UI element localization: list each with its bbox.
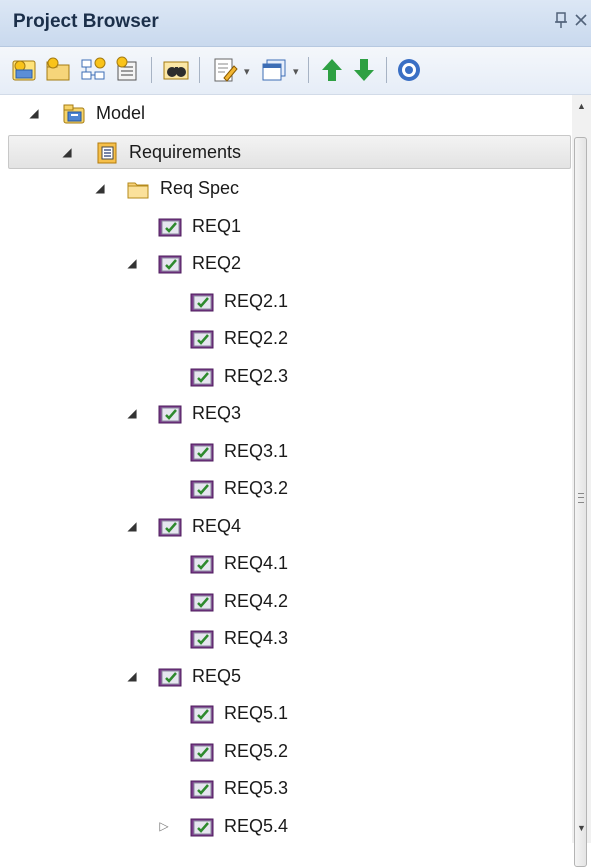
tree-node-label: Requirements <box>129 141 242 162</box>
collapse-arrow-icon[interactable]: ◢ <box>126 257 138 269</box>
requirement-icon <box>190 327 214 351</box>
tree-node-req2-2[interactable]: REQ2.2 <box>0 322 572 356</box>
tree-node-req5-3[interactable]: REQ5.3 <box>0 772 572 806</box>
toolbar-separator <box>151 57 152 83</box>
requirement-icon <box>190 627 214 651</box>
requirement-icon <box>190 365 214 389</box>
scroll-up-icon[interactable]: ▲ <box>572 101 591 113</box>
tree-node-label: Model <box>96 103 146 123</box>
scroll-down-icon[interactable]: ▼ <box>572 823 591 835</box>
collapse-arrow-icon[interactable]: ◢ <box>126 670 138 682</box>
tree-node-requirements[interactable]: ◢ Requirements <box>8 134 571 169</box>
toolbar-separator <box>199 57 200 83</box>
tree-node-label: REQ2.2 <box>224 328 289 348</box>
tree-node-req4-2[interactable]: REQ4.2 <box>0 585 572 619</box>
tree-node-label: REQ2.3 <box>224 365 289 386</box>
tree-node-req3-2[interactable]: REQ3.2 <box>0 472 572 506</box>
requirement-icon <box>190 590 214 614</box>
tree-node-req2-3[interactable]: REQ2.3 <box>0 360 572 394</box>
requirement-icon <box>190 777 214 801</box>
requirement-icon <box>190 740 214 764</box>
tree-node-label: REQ4.3 <box>224 628 289 648</box>
new-element-icon[interactable] <box>113 56 141 84</box>
folder-icon <box>126 177 150 201</box>
close-icon[interactable] <box>572 8 590 30</box>
new-model-icon[interactable] <box>10 56 38 84</box>
tree-node-req3[interactable]: ◢ REQ3 <box>0 397 572 431</box>
new-diagram-icon[interactable] <box>79 56 107 84</box>
collapse-arrow-icon[interactable]: ◢ <box>126 520 138 532</box>
tree-node-label: REQ3.1 <box>224 440 289 461</box>
dropdown-arrow-icon[interactable]: ▾ <box>293 65 299 78</box>
down-arrow-shape <box>354 59 374 81</box>
tree-node-label: REQ5.2 <box>224 740 289 761</box>
expand-arrow-icon[interactable]: ▷ <box>158 820 170 832</box>
document-edit-icon[interactable] <box>210 56 238 84</box>
tree-node-label: REQ2 <box>192 253 242 273</box>
title-bar: Project Browser <box>0 0 591 47</box>
tree-node-label: REQ4.1 <box>224 553 289 573</box>
tree-node-label: REQ3.2 <box>224 478 289 498</box>
requirement-icon <box>190 552 214 576</box>
tree-node-req4[interactable]: ◢ REQ4 <box>0 510 572 544</box>
requirement-icon <box>158 515 182 539</box>
scroll-thumb[interactable] <box>574 137 587 867</box>
toolbar-separator <box>386 57 387 83</box>
tree-node-label: REQ1 <box>192 215 242 236</box>
project-tree: ◢ Model ◢ Requirements ◢ Req Spec REQ1 ◢ REQ2 REQ… <box>0 95 572 843</box>
tree-node-label: REQ5.1 <box>224 703 289 723</box>
tree-node-label: REQ5.4 <box>224 815 289 836</box>
tree-node-req5-2[interactable]: REQ5.2 <box>0 735 572 769</box>
find-binoculars-icon[interactable] <box>162 56 190 84</box>
window-view-icon[interactable] <box>260 56 288 84</box>
tree-node-label: REQ3 <box>192 403 242 423</box>
tree-node-req5[interactable]: ◢ REQ5 <box>0 660 572 694</box>
tree-node-model[interactable]: ◢ Model <box>0 97 572 131</box>
new-package-icon[interactable] <box>44 56 72 84</box>
tree-node-label: REQ4 <box>192 515 242 536</box>
tree-node-req3-1[interactable]: REQ3.1 <box>0 435 572 469</box>
requirement-icon <box>158 215 182 239</box>
move-down-arrow-icon[interactable] <box>350 56 378 84</box>
tree-node-label: REQ2.1 <box>224 290 289 311</box>
toolbar-separator <box>308 57 309 83</box>
scroll-grip-icon <box>578 493 584 503</box>
window-title: Project Browser <box>13 11 159 32</box>
tree-node-req4-3[interactable]: REQ4.3 <box>0 622 572 656</box>
tree-node-req2[interactable]: ◢ REQ2 <box>0 247 572 281</box>
tree-node-req5-1[interactable]: REQ5.1 <box>0 697 572 731</box>
tree-node-label: REQ5.3 <box>224 778 289 798</box>
model-root-icon <box>62 102 86 126</box>
requirement-icon <box>190 440 214 464</box>
tree-node-req-spec[interactable]: ◢ Req Spec <box>0 172 572 206</box>
toolbar: ▾ ▾ <box>0 47 591 95</box>
help-icon[interactable] <box>395 56 423 84</box>
collapse-arrow-icon[interactable]: ◢ <box>61 146 73 158</box>
requirement-icon <box>190 290 214 314</box>
pin-icon[interactable] <box>553 9 569 31</box>
dropdown-arrow-icon[interactable]: ▾ <box>244 65 250 78</box>
tree-node-req1[interactable]: REQ1 <box>0 210 572 244</box>
collapse-arrow-icon[interactable]: ◢ <box>94 182 106 194</box>
collapse-arrow-icon[interactable]: ◢ <box>126 407 138 419</box>
tree-node-label: REQ4.2 <box>224 590 289 611</box>
up-arrow-shape <box>322 59 342 81</box>
tree-node-req4-1[interactable]: REQ4.1 <box>0 547 572 581</box>
tree-node-label: Req Spec <box>160 178 240 198</box>
package-view-icon <box>95 141 119 165</box>
tree-node-req5-4[interactable]: ▷ REQ5.4 <box>0 810 572 844</box>
requirement-icon <box>158 252 182 276</box>
vertical-scrollbar[interactable]: ▲ ▼ <box>572 95 591 867</box>
requirement-icon <box>190 815 214 839</box>
tree-node-req2-1[interactable]: REQ2.1 <box>0 285 572 319</box>
tree-node-label: REQ5 <box>192 665 242 686</box>
move-up-arrow-icon[interactable] <box>318 56 346 84</box>
requirement-icon <box>190 702 214 726</box>
requirement-icon <box>190 477 214 501</box>
requirement-icon <box>158 665 182 689</box>
requirement-icon <box>158 402 182 426</box>
collapse-arrow-icon[interactable]: ◢ <box>28 107 40 119</box>
